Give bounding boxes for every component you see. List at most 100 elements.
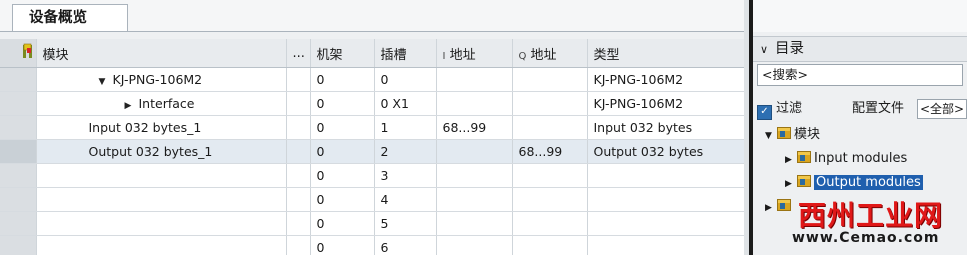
i-address-cell[interactable]: 68...99: [436, 115, 513, 140]
rack-cell[interactable]: 0: [310, 187, 375, 212]
row-selector[interactable]: [0, 139, 37, 164]
tree-node-modules[interactable]: ▼ 模块: [765, 124, 820, 146]
q-address-cell[interactable]: 68...99: [512, 139, 588, 164]
column-header-q-address[interactable]: Q 地址: [512, 39, 588, 68]
header-selector-cell: [0, 39, 37, 68]
row-selector[interactable]: [0, 67, 37, 92]
tab-underline: [0, 31, 749, 32]
watermark-url: www.Cemao.com: [792, 230, 940, 246]
slot-cell[interactable]: 0: [374, 67, 437, 92]
profile-label: 配置文件: [852, 101, 905, 116]
more-cell: [286, 163, 311, 188]
filter-row: ✓ 过滤 配置文件 <全部>: [757, 98, 967, 120]
type-cell[interactable]: [587, 211, 749, 236]
module-cell[interactable]: [36, 187, 287, 212]
row-selector[interactable]: [0, 91, 37, 116]
table-row[interactable]: ▶ Interface 0 0 X1 KJ-PNG-106M2: [0, 91, 749, 116]
rack-cell[interactable]: 0: [310, 163, 375, 188]
profile-select[interactable]: <全部>: [917, 99, 967, 119]
type-cell[interactable]: KJ-PNG-106M2: [587, 91, 749, 116]
column-header-type[interactable]: 类型: [587, 39, 749, 68]
slot-cell[interactable]: 1: [374, 115, 437, 140]
q-address-cell[interactable]: [512, 67, 588, 92]
type-cell[interactable]: Output 032 bytes: [587, 139, 749, 164]
i-address-cell[interactable]: [436, 91, 513, 116]
collapse-caret-icon[interactable]: ▼: [765, 125, 777, 147]
i-address-cell[interactable]: [436, 163, 513, 188]
module-name: Interface: [138, 96, 195, 111]
more-cell: [286, 67, 311, 92]
q-address-cell[interactable]: [512, 187, 588, 212]
column-header-module[interactable]: 模块: [36, 39, 287, 68]
device-overview-pane: 设备概览 模块 ... 机架 插槽 I 地址 Q 地址 类型 ▼ KJ-PNG-…: [0, 0, 749, 255]
column-header-slot[interactable]: 插槽: [374, 39, 437, 68]
expand-caret-icon[interactable]: ▶: [125, 101, 139, 111]
catalog-title: 目录: [775, 41, 804, 57]
row-selector[interactable]: [0, 115, 37, 140]
q-address-cell[interactable]: [512, 235, 588, 255]
slot-cell[interactable]: 2: [374, 139, 437, 164]
q-address-cell[interactable]: [512, 91, 588, 116]
table-row[interactable]: 0 6: [0, 235, 749, 255]
table-row[interactable]: 0 4: [0, 187, 749, 212]
rack-cell[interactable]: 0: [310, 115, 375, 140]
type-cell[interactable]: KJ-PNG-106M2: [587, 67, 749, 92]
more-cell: [286, 91, 311, 116]
chevron-down-icon[interactable]: ∨: [753, 38, 775, 62]
module-name: KJ-PNG-106M2: [112, 72, 203, 87]
i-address-cell[interactable]: [436, 235, 513, 255]
more-cell: [286, 211, 311, 236]
search-input[interactable]: <搜索>: [757, 64, 963, 86]
row-selector[interactable]: [0, 211, 37, 236]
type-cell[interactable]: [587, 187, 749, 212]
q-address-cell[interactable]: [512, 163, 588, 188]
rack-cell[interactable]: 0: [310, 67, 375, 92]
slot-cell[interactable]: 5: [374, 211, 437, 236]
i-address-cell[interactable]: [436, 211, 513, 236]
type-cell[interactable]: [587, 235, 749, 255]
slot-cell[interactable]: 0 X1: [374, 91, 437, 116]
i-address-cell[interactable]: [436, 187, 513, 212]
module-cell[interactable]: [36, 235, 287, 255]
table-row[interactable]: Output 032 bytes_1 0 2 68...99 Output 03…: [0, 139, 749, 164]
tree-node-label: 模块: [794, 127, 821, 142]
module-cell[interactable]: ▼ KJ-PNG-106M2: [36, 67, 287, 92]
column-header-more[interactable]: ...: [286, 39, 311, 68]
rack-cell[interactable]: 0: [310, 235, 375, 255]
i-address-cell[interactable]: [436, 67, 513, 92]
type-cell[interactable]: [587, 163, 749, 188]
row-selector[interactable]: [0, 235, 37, 255]
collapse-caret-icon[interactable]: ▼: [99, 77, 113, 87]
row-selector[interactable]: [0, 187, 37, 212]
rack-cell[interactable]: 0: [310, 211, 375, 236]
catalog-header[interactable]: ∨ 目录: [753, 36, 967, 62]
filter-checkbox[interactable]: ✓: [757, 105, 772, 120]
rack-cell[interactable]: 0: [310, 139, 375, 164]
row-selector[interactable]: [0, 163, 37, 188]
filter-label: 过滤: [776, 101, 803, 116]
slot-cell[interactable]: 6: [374, 235, 437, 255]
slot-cell[interactable]: 4: [374, 187, 437, 212]
module-cell[interactable]: ▶ Interface: [36, 91, 287, 116]
column-header-i-address[interactable]: I 地址: [436, 39, 513, 68]
slot-cell[interactable]: 3: [374, 163, 437, 188]
q-address-cell[interactable]: [512, 211, 588, 236]
tree-node-input-modules[interactable]: ▶ Input modules: [785, 148, 907, 170]
module-cell[interactable]: [36, 211, 287, 236]
table-row[interactable]: Input 032 bytes_1 0 1 68...99 Input 032 …: [0, 115, 749, 140]
expand-caret-icon[interactable]: ▶: [765, 197, 777, 219]
tab-device-overview[interactable]: 设备概览: [12, 4, 128, 32]
table-row[interactable]: ▼ KJ-PNG-106M2 0 0 KJ-PNG-106M2: [0, 67, 749, 92]
type-cell[interactable]: Input 032 bytes: [587, 115, 749, 140]
module-cell[interactable]: [36, 163, 287, 188]
table-row[interactable]: 0 3: [0, 163, 749, 188]
column-header-rack[interactable]: 机架: [310, 39, 375, 68]
tree-node-label: Output modules: [814, 175, 923, 190]
q-address-cell[interactable]: [512, 115, 588, 140]
expand-caret-icon[interactable]: ▶: [785, 149, 797, 171]
module-cell[interactable]: Input 032 bytes_1: [36, 115, 287, 140]
i-address-cell[interactable]: [436, 139, 513, 164]
module-cell[interactable]: Output 032 bytes_1: [36, 139, 287, 164]
rack-cell[interactable]: 0: [310, 91, 375, 116]
table-row[interactable]: 0 5: [0, 211, 749, 236]
